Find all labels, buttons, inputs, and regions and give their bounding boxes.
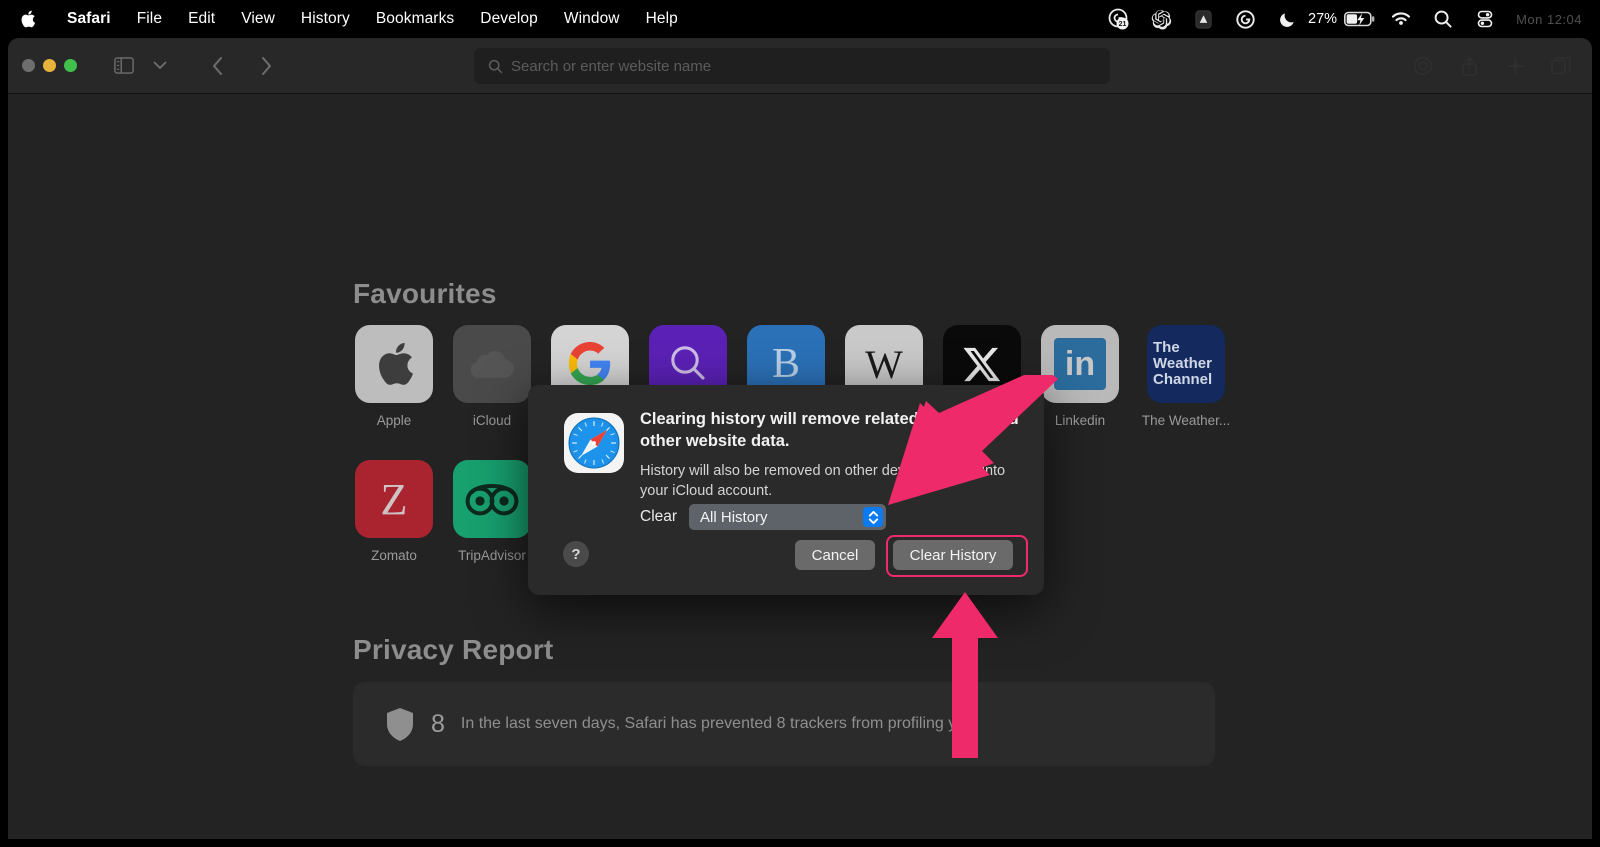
menu-item-history[interactable]: History <box>288 10 363 28</box>
sidebar-toggle-icon[interactable] <box>107 51 141 81</box>
back-button-icon[interactable] <box>201 51 235 81</box>
apple-tile-icon <box>355 325 433 403</box>
shield-icon <box>387 707 413 741</box>
menu-item-help[interactable]: Help <box>633 10 691 28</box>
apple-logo-icon[interactable] <box>16 6 38 32</box>
wikipedia-letter: W <box>865 341 903 387</box>
window-traffic-lights <box>22 59 77 72</box>
safari-toolbar: Search or enter website name <box>8 38 1592 94</box>
menu-item-view[interactable]: View <box>228 10 288 28</box>
favourite-zomato[interactable]: Z Zomato <box>345 460 443 565</box>
safari-compass-icon <box>563 412 625 474</box>
toolbar-right-buttons <box>1406 38 1578 94</box>
openai-icon[interactable] <box>1140 0 1182 38</box>
clear-scope-value: All History <box>700 508 768 526</box>
chevron-down-icon[interactable] <box>143 51 177 81</box>
chevron-up-down-icon <box>863 507 884 527</box>
favourite-label: TripAdvisor <box>458 548 526 563</box>
maximise-window-button[interactable] <box>64 59 77 72</box>
clear-scope-select[interactable]: All History <box>689 504 887 530</box>
dialog-body-text: History will also be removed on other de… <box>640 463 1006 499</box>
favourite-label: Zomato <box>371 548 417 563</box>
cancel-button[interactable]: Cancel <box>795 540 875 570</box>
favourite-label: The Weather... <box>1141 413 1231 428</box>
favourite-label: Linkedin <box>1054 413 1106 428</box>
favourite-label: Apple <box>376 413 412 428</box>
dialog-title: Clearing history will remove related coo… <box>640 410 1019 450</box>
bing-letter: B <box>771 341 800 387</box>
forward-button-icon[interactable] <box>249 51 283 81</box>
battery-percent-label: 27% <box>1308 11 1338 27</box>
menu-item-edit[interactable]: Edit <box>175 10 228 28</box>
tab-overview-icon[interactable] <box>1544 51 1578 81</box>
clear-history-button-highlight <box>886 535 1028 577</box>
wifi-icon[interactable] <box>1380 0 1422 38</box>
icloud-tile-icon <box>453 325 531 403</box>
tracker-count: 8 <box>431 709 445 738</box>
menu-item-window[interactable]: Window <box>551 10 633 28</box>
screen: Safari File Edit View History Bookmarks … <box>0 0 1600 847</box>
notification-count: 21 <box>1119 21 1127 28</box>
spotlight-search-icon[interactable] <box>1422 0 1464 38</box>
privacy-report-text: In the last seven days, Safari has preve… <box>460 715 979 732</box>
clear-label: Clear <box>640 508 678 525</box>
do-not-disturb-moon-icon[interactable] <box>1266 0 1308 38</box>
favourite-apple[interactable]: Apple <box>345 325 443 430</box>
tripadvisor-tile-icon <box>453 460 531 538</box>
close-window-button[interactable] <box>22 59 35 72</box>
weather-channel-tile-icon: The Weather Channel <box>1147 325 1225 403</box>
linkedin-letters: in <box>1054 338 1106 390</box>
menu-bar-status-items: 21 27% Mon 12:04 <box>1098 0 1592 38</box>
menu-bar-clock[interactable]: Mon 12:04 <box>1506 12 1592 27</box>
clear-scope-row: Clear All History <box>640 504 887 530</box>
minimise-window-button[interactable] <box>43 59 56 72</box>
linkedin-tile-icon: in <box>1041 325 1119 403</box>
control-centre-icon[interactable] <box>1464 0 1506 38</box>
address-placeholder: Search or enter website name <box>511 57 712 75</box>
menu-item-file[interactable]: File <box>124 10 175 28</box>
grammarly-notification-icon[interactable]: 21 <box>1098 0 1140 38</box>
favourite-linkedin[interactable]: in Linkedin <box>1031 325 1129 430</box>
favourite-label: iCloud <box>472 413 512 428</box>
menu-item-safari[interactable]: Safari <box>54 10 124 28</box>
favourites-heading: Favourites <box>353 278 497 309</box>
menu-item-develop[interactable]: Develop <box>467 10 551 28</box>
menu-item-bookmarks[interactable]: Bookmarks <box>363 10 467 28</box>
battery-charging-icon[interactable] <box>1340 0 1380 38</box>
favourite-weather-channel[interactable]: The Weather Channel The Weather... <box>1137 325 1235 430</box>
search-icon <box>488 59 503 73</box>
grammarly-icon[interactable] <box>1224 0 1266 38</box>
privacy-report-heading: Privacy Report <box>353 634 554 665</box>
privacy-report-card[interactable]: 8 In the last seven days, Safari has pre… <box>353 682 1215 766</box>
arc-icon[interactable] <box>1182 0 1224 38</box>
navigation-buttons <box>201 51 283 81</box>
menu-bar-items: Safari File Edit View History Bookmarks … <box>16 6 691 32</box>
share-icon[interactable] <box>1452 51 1486 81</box>
favourite-icloud[interactable]: iCloud <box>443 325 541 430</box>
zomato-letter: Z <box>380 474 408 524</box>
address-search-field[interactable]: Search or enter website name <box>474 48 1110 84</box>
privacy-report-icon[interactable] <box>1406 51 1440 81</box>
new-tab-icon[interactable] <box>1498 51 1532 81</box>
favourite-tripadvisor[interactable]: TripAdvisor <box>443 460 541 565</box>
zomato-tile-icon: Z <box>355 460 433 538</box>
help-button[interactable]: ? <box>563 541 589 567</box>
weather-channel-wordmark: The Weather Channel <box>1153 338 1213 389</box>
macos-menu-bar: Safari File Edit View History Bookmarks … <box>0 0 1600 38</box>
